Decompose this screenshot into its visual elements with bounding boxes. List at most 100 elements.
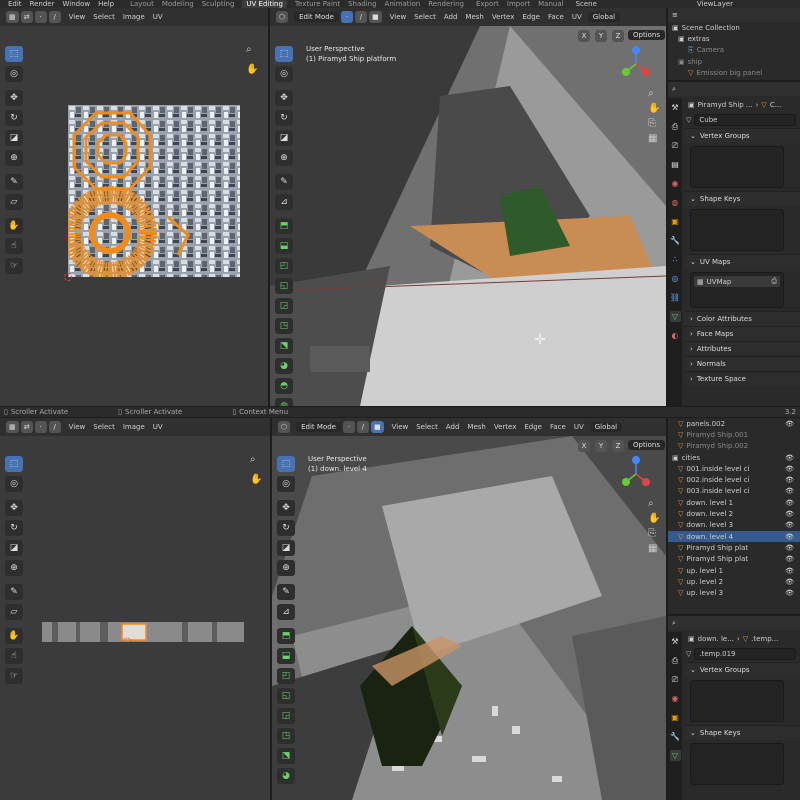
menu-image[interactable]: Image: [123, 13, 145, 21]
mirror-y-button[interactable]: Y: [595, 30, 607, 42]
edge-mode-icon[interactable]: /: [354, 11, 367, 23]
select-box-icon[interactable]: ⬚: [5, 456, 23, 472]
navigation-gizmo-icon[interactable]: [616, 454, 656, 494]
transform-icon[interactable]: ⊕: [5, 150, 23, 166]
menu-window[interactable]: Window: [62, 0, 90, 8]
particles-tab-icon[interactable]: ∴: [670, 254, 681, 265]
pan-icon[interactable]: ✋: [246, 64, 258, 75]
visibility-toggle-icon[interactable]: 👁: [785, 544, 800, 552]
physics-tab-icon[interactable]: ◎: [670, 273, 681, 284]
color-attributes-panel[interactable]: › Color Attributes: [684, 311, 800, 326]
editor-type-icon[interactable]: ▦: [6, 421, 19, 433]
tab-shading[interactable]: Shading: [348, 0, 376, 8]
visibility-toggle-icon[interactable]: 👁: [785, 567, 800, 575]
menu-uv[interactable]: UV: [574, 423, 584, 431]
menu-image[interactable]: Image: [123, 423, 145, 431]
tool-tab-icon[interactable]: ⚒: [670, 102, 681, 113]
tab-texture-paint[interactable]: Texture Paint: [295, 0, 340, 8]
bevel-icon[interactable]: ◱: [277, 688, 295, 704]
camera-icon[interactable]: ⎘: [648, 118, 660, 129]
outliner-item[interactable]: ▽ Piramyd Ship plat 👁: [668, 542, 800, 553]
shape-keys-list[interactable]: [690, 209, 784, 251]
zoom-icon[interactable]: ⌕: [250, 454, 256, 465]
viewport-3d-bottom[interactable]: User Perspective (1) down. level 4 X Y Z…: [272, 436, 666, 800]
face-maps-panel[interactable]: › Face Maps: [684, 326, 800, 341]
edge-select-icon[interactable]: /: [48, 11, 61, 23]
visibility-toggle-icon[interactable]: 👁: [785, 499, 800, 507]
outliner-item[interactable]: ▽ Piramyd Ship plat 👁: [668, 554, 800, 565]
shape-keys-list[interactable]: [690, 743, 784, 785]
visibility-toggle-icon[interactable]: 👁: [785, 454, 800, 462]
outliner-item[interactable]: ▽ panels.002 👁: [668, 418, 800, 429]
knife-icon[interactable]: ◳: [277, 728, 295, 744]
navigation-gizmo-icon[interactable]: [616, 44, 656, 84]
outliner-item[interactable]: ▣ ship: [668, 56, 800, 67]
outliner-item[interactable]: ▽ up. level 2 👁: [668, 576, 800, 587]
add-cube-icon[interactable]: ⬒: [275, 218, 293, 234]
menu-uv[interactable]: UV: [153, 13, 163, 21]
outliner-item[interactable]: ▽ Emission big panel: [668, 67, 800, 78]
outliner-item[interactable]: ▽ down. level 1 👁: [668, 497, 800, 508]
menu-uv[interactable]: UV: [153, 423, 163, 431]
sync-selection-icon[interactable]: ⇄: [20, 421, 33, 433]
visibility-toggle-icon[interactable]: 👁: [785, 589, 800, 597]
outliner-item[interactable]: ▽ 003.inside level ci 👁: [668, 486, 800, 497]
visibility-toggle-icon[interactable]: 👁: [785, 555, 800, 563]
inset-icon[interactable]: ◰: [275, 258, 293, 274]
annotate-icon[interactable]: ✎: [5, 174, 23, 190]
poly-build-icon[interactable]: ⬔: [275, 338, 293, 354]
select-box-icon[interactable]: ⬚: [277, 456, 295, 472]
loop-cut-icon[interactable]: ◲: [277, 708, 295, 724]
export-button[interactable]: Export: [476, 0, 499, 8]
visibility-toggle-icon[interactable]: 👁: [785, 476, 800, 484]
mirror-x-button[interactable]: X: [578, 440, 590, 452]
pan-icon[interactable]: ✋: [648, 103, 660, 114]
visibility-toggle-icon[interactable]: 👁: [785, 510, 800, 518]
spin-icon[interactable]: ◕: [275, 358, 293, 374]
uv-maps-panel[interactable]: ⌄ UV Maps: [684, 254, 800, 269]
object-tab-icon[interactable]: ▣: [670, 216, 681, 227]
cursor-icon[interactable]: ◎: [5, 66, 23, 82]
rip-icon[interactable]: ▱: [5, 194, 23, 210]
vertex-select-icon[interactable]: ·: [34, 421, 47, 433]
editor-type-icon[interactable]: ⬡: [276, 11, 289, 23]
select-box-icon[interactable]: ⬚: [5, 46, 23, 62]
output-tab-icon[interactable]: ⎚: [670, 140, 681, 151]
visibility-toggle-icon[interactable]: 👁: [785, 521, 800, 529]
mode-dropdown[interactable]: Edit Mode: [296, 422, 341, 432]
menu-edge[interactable]: Edge: [524, 423, 542, 431]
grab-icon[interactable]: ✋: [5, 218, 23, 234]
grid-icon[interactable]: ▦: [648, 133, 660, 144]
zoom-icon[interactable]: ⌕: [246, 44, 252, 55]
scene-selector[interactable]: Scene: [576, 0, 597, 8]
scale-icon[interactable]: ◪: [277, 540, 295, 556]
menu-select[interactable]: Select: [416, 423, 438, 431]
menu-view[interactable]: View: [69, 13, 86, 21]
menu-help[interactable]: Help: [98, 0, 114, 8]
scale-icon[interactable]: ◪: [5, 540, 23, 556]
grab-icon[interactable]: ✋: [5, 628, 23, 644]
output-tab-icon[interactable]: ⎚: [670, 674, 681, 685]
visibility-toggle-icon[interactable]: 👁: [785, 533, 800, 541]
uv-map-item[interactable]: ▦ UVMap ⎙: [694, 276, 780, 287]
menu-view[interactable]: View: [69, 423, 86, 431]
outliner-item[interactable]: ▽ Piramyd Ship.001: [668, 429, 800, 440]
rip-icon[interactable]: ▱: [5, 604, 23, 620]
editor-type-icon[interactable]: ⬡: [278, 421, 291, 433]
vertex-groups-list[interactable]: [690, 146, 784, 188]
move-icon[interactable]: ✥: [277, 500, 295, 516]
poly-build-icon[interactable]: ⬔: [277, 748, 295, 764]
outliner-item[interactable]: ▽ up. level 3 👁: [668, 587, 800, 598]
vertex-mode-icon[interactable]: ·: [342, 421, 355, 433]
mirror-z-button[interactable]: Z: [612, 30, 624, 42]
viewlayer-selector[interactable]: ViewLayer: [697, 0, 733, 8]
transform-icon[interactable]: ⊕: [275, 150, 293, 166]
rotate-icon[interactable]: ↻: [277, 520, 295, 536]
orientation-dropdown[interactable]: Global: [589, 422, 623, 432]
menu-select[interactable]: Select: [414, 13, 436, 21]
menu-vertex[interactable]: Vertex: [494, 423, 517, 431]
render-tab-icon[interactable]: ⎙: [670, 121, 681, 132]
tab-sculpting[interactable]: Sculpting: [202, 0, 235, 8]
move-icon[interactable]: ✥: [5, 90, 23, 106]
relax-icon[interactable]: ☝: [5, 238, 23, 254]
